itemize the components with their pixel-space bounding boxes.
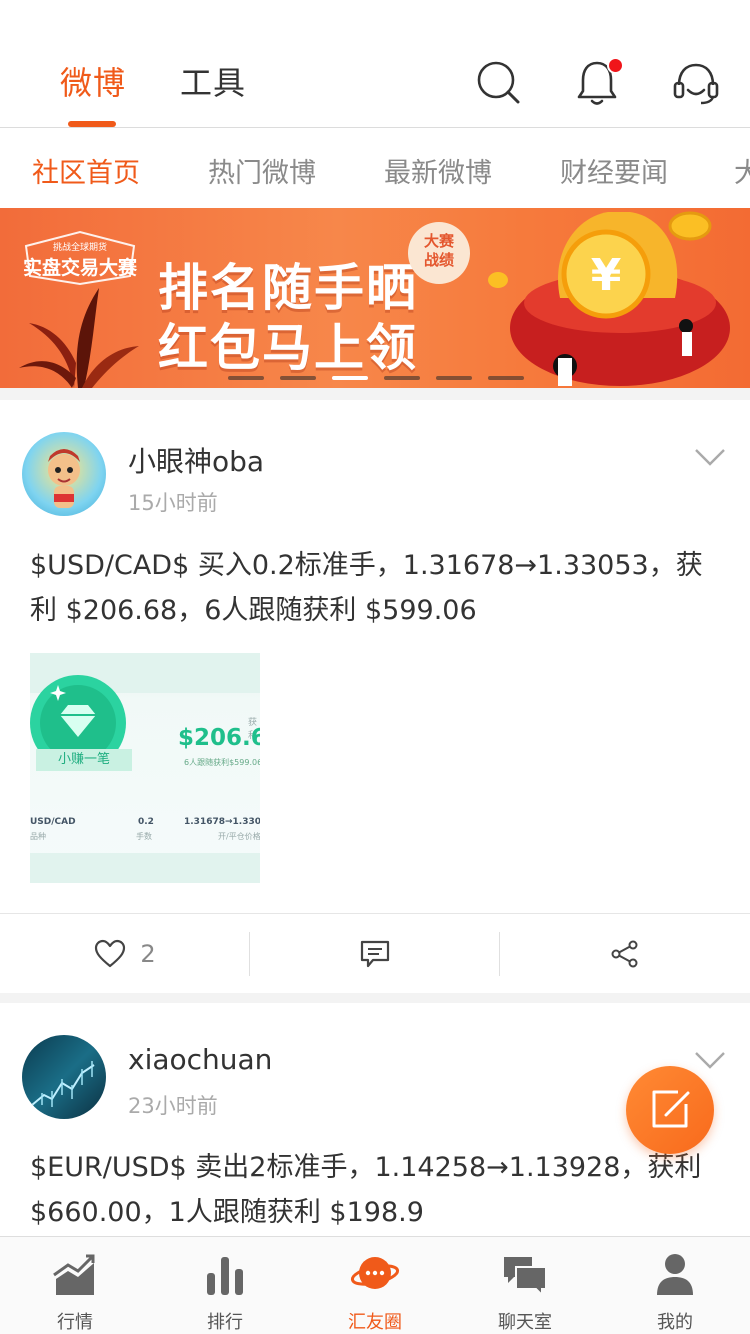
pagination-dot[interactable]: [488, 376, 524, 380]
banner-pagination: [228, 376, 524, 380]
post-text[interactable]: $EUR/USD$ 卖出2标准手，1.14258→1.13928，获利 $660…: [30, 1145, 720, 1235]
subtab-hot-weibo[interactable]: 热门微博: [208, 151, 316, 190]
plant-illustration: [19, 288, 139, 388]
edit-icon: [652, 1090, 690, 1128]
banner-badge: 大赛 战绩: [408, 222, 470, 284]
search-icon[interactable]: [474, 58, 524, 108]
card-lots-label: 手数: [136, 832, 152, 841]
share-icon: [611, 940, 638, 968]
post-time: 23小时前: [128, 1094, 218, 1118]
nav-market[interactable]: 行情: [0, 1237, 150, 1334]
notification-dot: [607, 57, 624, 74]
bottom-navigation: 行情 排行 汇友圈 聊天室 我的: [0, 1236, 750, 1334]
ranking-bars-icon: [207, 1257, 243, 1295]
like-count: 2: [140, 940, 156, 968]
card-price: 1.31678→1.33053: [184, 817, 260, 827]
subtab-community-home[interactable]: 社区首页: [32, 151, 140, 190]
card-ribbon: 小赚一笔: [36, 749, 132, 771]
like-button[interactable]: 2: [0, 914, 250, 994]
active-tab-indicator: [68, 121, 116, 127]
support-headset-icon[interactable]: [671, 58, 721, 108]
nav-ranking[interactable]: 排行: [150, 1237, 300, 1334]
share-button[interactable]: [500, 914, 750, 994]
section-divider: [0, 993, 750, 1003]
chevron-down-icon[interactable]: [694, 447, 726, 467]
comment-button[interactable]: [250, 914, 500, 994]
contest-logo-title: 实盘交易大赛: [22, 257, 137, 279]
banner-headline-2: 红包马上领: [158, 319, 418, 377]
compose-post-button[interactable]: [626, 1066, 714, 1154]
profile-icon: [657, 1254, 693, 1295]
tab-weibo[interactable]: 微博: [60, 58, 126, 104]
promo-banner[interactable]: 挑战全球期货 实盘交易大赛 排名随手晒 红包马上领 大赛 战绩 ¥: [0, 208, 750, 388]
nav-label: 聊天室: [498, 1312, 552, 1333]
pagination-dot[interactable]: [228, 376, 264, 380]
contest-logo: 挑战全球期货 实盘交易大赛: [18, 226, 142, 286]
post-text[interactable]: $USD/CAD$ 买入0.2标准手，1.31678→1.33053，获利 $2…: [30, 543, 720, 633]
card-profit: $206.68: [178, 725, 260, 751]
avatar[interactable]: [22, 432, 106, 516]
subtab-more[interactable]: 大: [734, 151, 750, 190]
chevron-down-icon[interactable]: [694, 1050, 726, 1070]
trade-card-image[interactable]: 小赚一笔 获利 $206.68 6人跟随获利$599.06 USD/CAD 品种…: [30, 653, 260, 883]
pagination-dot-active[interactable]: [332, 376, 368, 380]
heart-icon: [95, 939, 126, 968]
tab-tools[interactable]: 工具: [180, 58, 246, 104]
card-price-label: 开/平仓价格: [218, 832, 260, 841]
avatar[interactable]: [22, 1035, 106, 1119]
nav-community[interactable]: 汇友圈: [300, 1237, 450, 1334]
badge-line-2: 战绩: [423, 251, 454, 269]
category-tabs: 社区首页 热门微博 最新微博 财经要闻 大: [0, 129, 750, 208]
top-header: 微博 工具: [0, 0, 750, 128]
contest-logo-small: 挑战全球期货: [52, 243, 107, 253]
nav-label: 排行: [207, 1312, 243, 1333]
nav-label: 汇友圈: [348, 1312, 402, 1333]
card-symbol: USD/CAD: [30, 817, 76, 827]
subtab-latest-weibo[interactable]: 最新微博: [384, 151, 492, 190]
pagination-dot[interactable]: [280, 376, 316, 380]
card-lots: 0.2: [138, 817, 154, 827]
nav-label: 行情: [57, 1312, 93, 1333]
market-chart-icon: [53, 1254, 95, 1295]
subtab-finance-news[interactable]: 财经要闻: [560, 151, 668, 190]
badge-line-1: 大赛: [423, 232, 454, 250]
post-actions-bar: 2: [0, 913, 750, 993]
post-username[interactable]: xiaochuan: [128, 1043, 272, 1076]
pagination-dot[interactable]: [436, 376, 472, 380]
comment-icon: [360, 940, 390, 968]
nav-chatroom[interactable]: 聊天室: [450, 1237, 600, 1334]
pagination-dot[interactable]: [384, 376, 420, 380]
section-divider: [0, 388, 750, 400]
chat-bubbles-icon: [504, 1257, 547, 1297]
post-time: 15小时前: [128, 491, 218, 515]
planet-icon: [350, 1257, 400, 1289]
coin-symbol: ¥: [591, 250, 622, 301]
post-username[interactable]: 小眼神oba: [128, 440, 264, 480]
money-bag-illustration: ¥: [488, 211, 730, 386]
nav-profile[interactable]: 我的: [600, 1237, 750, 1334]
nav-label: 我的: [657, 1312, 693, 1333]
card-followers: 6人跟随获利$599.06: [184, 758, 260, 767]
card-symbol-label: 品种: [30, 832, 46, 841]
